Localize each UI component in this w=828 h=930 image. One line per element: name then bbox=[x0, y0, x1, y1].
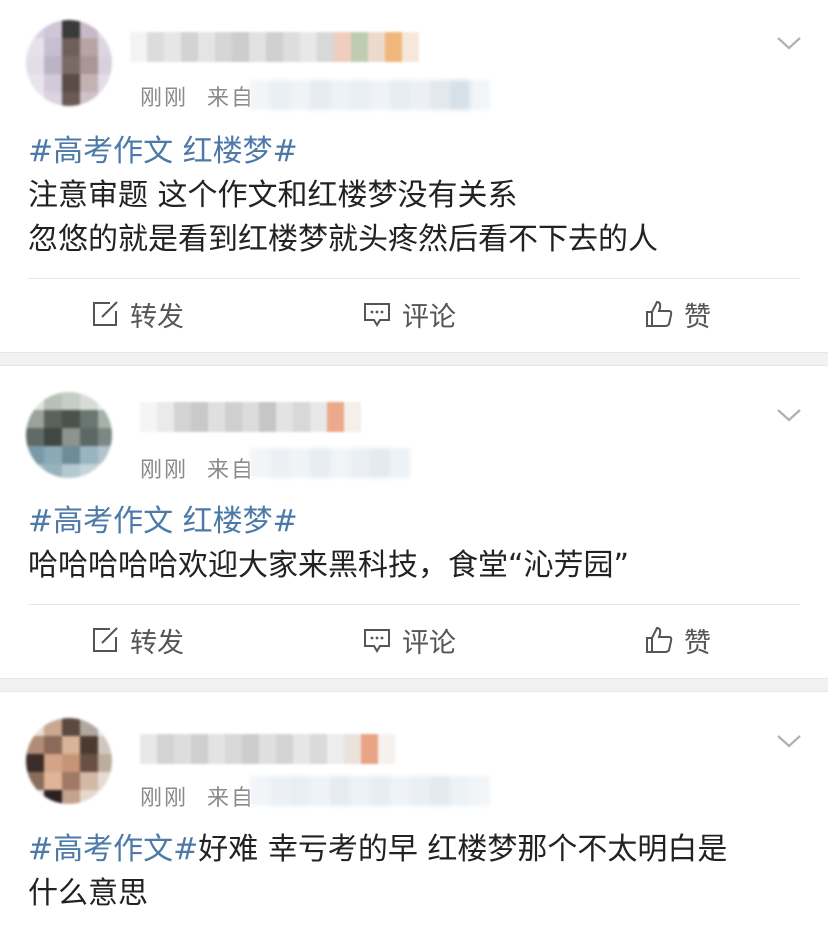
like-label: 赞 bbox=[684, 301, 711, 333]
like-button[interactable]: 赞 bbox=[644, 610, 711, 670]
post-text-line: 什么意思 bbox=[28, 876, 148, 911]
source-redacted bbox=[250, 448, 410, 478]
username-redacted[interactable] bbox=[130, 32, 419, 62]
post-text-line: 好难 幸亏考的早 红楼梦那个不太明白是 bbox=[198, 832, 728, 867]
post-card: 刚刚 来自 #高考作文 红楼梦# 哈哈哈哈哈欢迎大家来黑科技，食堂“沁芳园” 转… bbox=[0, 366, 828, 678]
comment-bubble-icon bbox=[364, 629, 390, 653]
post-meta: 刚刚 来自 bbox=[140, 80, 255, 112]
avatar[interactable] bbox=[26, 392, 112, 478]
divider bbox=[28, 604, 800, 605]
topic-tag[interactable]: #高考作文# bbox=[28, 832, 198, 867]
weibo-feed: 刚刚 来自 #高考作文 红楼梦# 注意审题 这个作文和红楼梦没有关系 忽悠的就是… bbox=[0, 0, 828, 930]
post-source-label: 来自 bbox=[207, 86, 256, 111]
edit-share-icon bbox=[93, 301, 118, 326]
avatar[interactable] bbox=[26, 718, 112, 804]
repost-label: 转发 bbox=[130, 627, 184, 659]
chevron-down-icon[interactable] bbox=[776, 402, 802, 428]
chevron-down-icon[interactable] bbox=[776, 30, 802, 56]
comment-bubble-icon bbox=[364, 303, 390, 327]
post-source-label: 来自 bbox=[207, 786, 256, 811]
post-meta: 刚刚 来自 bbox=[140, 780, 255, 812]
post-source-label: 来自 bbox=[207, 458, 256, 483]
post-meta: 刚刚 来自 bbox=[140, 452, 255, 484]
source-redacted bbox=[250, 80, 490, 110]
post-text-line: 注意审题 这个作文和红楼梦没有关系 bbox=[28, 178, 518, 213]
comment-label: 评论 bbox=[402, 301, 456, 333]
repost-button[interactable]: 转发 bbox=[90, 284, 184, 344]
like-button[interactable]: 赞 bbox=[644, 284, 711, 344]
post-text-line: 哈哈哈哈哈欢迎大家来黑科技，食堂“沁芳园” bbox=[28, 548, 630, 583]
topic-tag[interactable]: #高考作文 红楼梦# bbox=[28, 504, 298, 539]
repost-label: 转发 bbox=[130, 301, 184, 333]
post-card: 刚刚 来自 #高考作文#好难 幸亏考的早 红楼梦那个不太明白是 什么意思 bbox=[0, 692, 828, 930]
chevron-down-icon[interactable] bbox=[776, 728, 802, 754]
comment-button[interactable]: 评论 bbox=[362, 610, 456, 670]
post-separator bbox=[0, 678, 828, 692]
post-time: 刚刚 bbox=[140, 86, 189, 111]
post-text-line: 忽悠的就是看到红楼梦就头疼然后看不下去的人 bbox=[28, 222, 658, 257]
post-separator bbox=[0, 352, 828, 366]
topic-tag[interactable]: #高考作文 红楼梦# bbox=[28, 134, 298, 169]
action-bar: 转发 评论 赞 bbox=[0, 284, 828, 344]
like-label: 赞 bbox=[684, 627, 711, 659]
source-redacted bbox=[250, 776, 490, 806]
avatar[interactable] bbox=[26, 20, 112, 106]
comment-label: 评论 bbox=[402, 627, 456, 659]
repost-button[interactable]: 转发 bbox=[90, 610, 184, 670]
post-card: 刚刚 来自 #高考作文 红楼梦# 注意审题 这个作文和红楼梦没有关系 忽悠的就是… bbox=[0, 0, 828, 352]
action-bar: 转发 评论 赞 bbox=[0, 610, 828, 670]
post-content: #高考作文 红楼梦# 注意审题 这个作文和红楼梦没有关系 忽悠的就是看到红楼梦就… bbox=[28, 130, 788, 262]
thumbs-up-icon bbox=[646, 300, 673, 327]
post-content: #高考作文#好难 幸亏考的早 红楼梦那个不太明白是 什么意思 bbox=[28, 828, 788, 916]
post-time: 刚刚 bbox=[140, 786, 189, 811]
username-redacted[interactable] bbox=[140, 734, 395, 764]
username-redacted[interactable] bbox=[140, 402, 361, 432]
post-time: 刚刚 bbox=[140, 458, 189, 483]
post-content: #高考作文 红楼梦# 哈哈哈哈哈欢迎大家来黑科技，食堂“沁芳园” bbox=[28, 500, 788, 588]
divider bbox=[28, 278, 800, 279]
comment-button[interactable]: 评论 bbox=[362, 284, 456, 344]
edit-share-icon bbox=[93, 627, 118, 652]
thumbs-up-icon bbox=[646, 626, 673, 653]
